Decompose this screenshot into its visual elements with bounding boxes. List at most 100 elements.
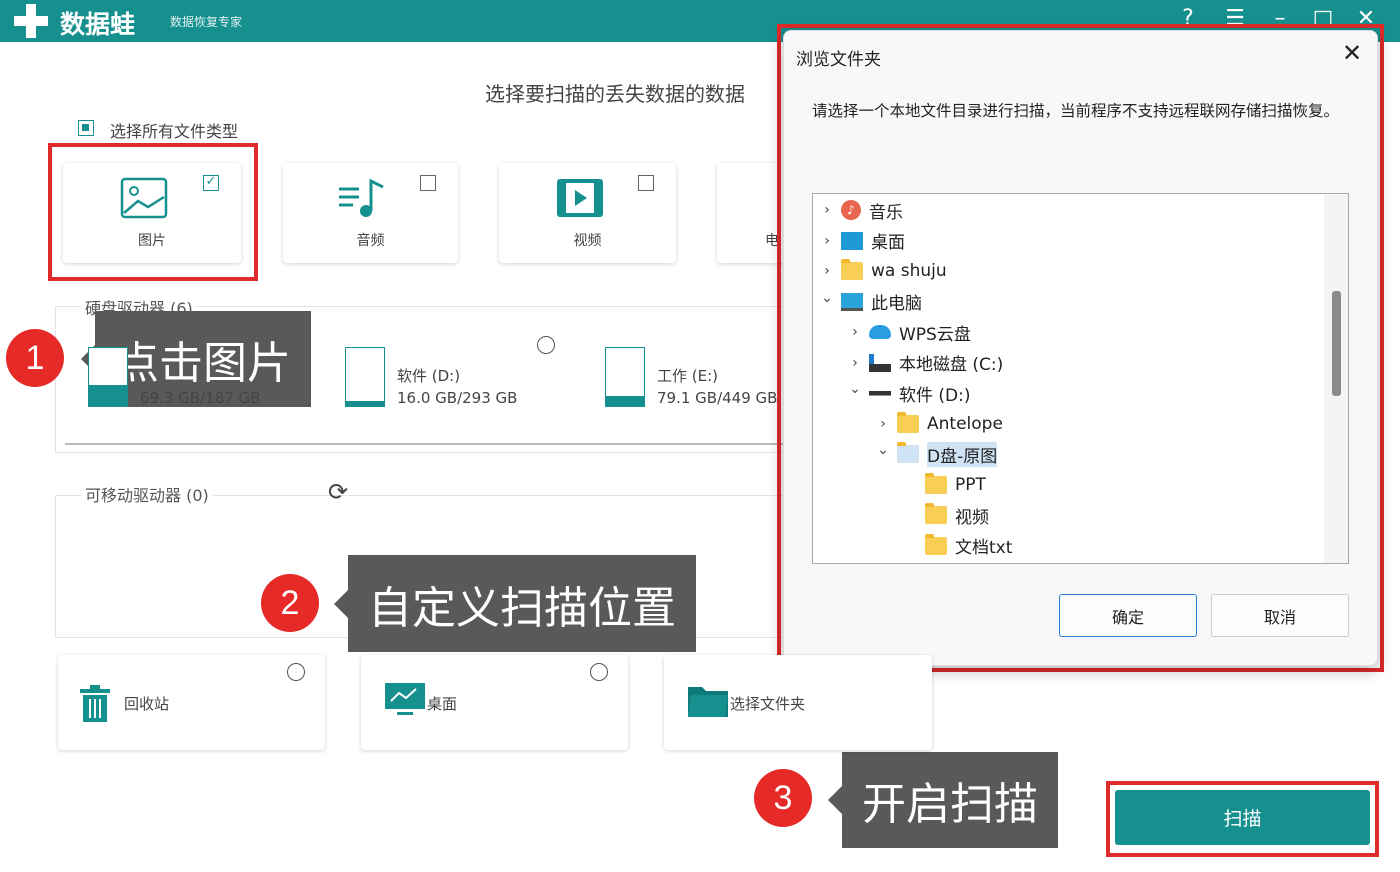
dialog-description: 请选择一个本地文件目录进行扫描，当前程序不支持远程联网存储扫描恢复。 — [812, 102, 1340, 120]
drive-icon — [605, 347, 645, 407]
location-radio[interactable] — [590, 663, 608, 681]
tree-item-label: WPS云盘 — [899, 324, 971, 345]
location-label: 回收站 — [124, 695, 170, 713]
folder-icon — [925, 503, 947, 524]
folder-icon — [925, 472, 947, 494]
drive-usage-fill — [89, 384, 127, 406]
drive-name: 软件 (D:) — [397, 367, 461, 385]
checkbox[interactable] — [420, 175, 436, 191]
chevron-right-icon[interactable]: › — [841, 324, 869, 340]
desktop-icon — [385, 683, 425, 721]
tree-item[interactable]: ⌄ 软件 (D:) — [841, 379, 971, 407]
tree-item-label: 桌面 — [871, 233, 905, 253]
chevron-down-icon[interactable]: ⌄ — [813, 290, 841, 306]
removable-drive-label: 可移动驱动器 (0) — [81, 482, 213, 506]
disk-icon — [869, 353, 891, 372]
tree-item-label: 视频 — [955, 507, 989, 528]
location-label: 桌面 — [427, 695, 458, 713]
select-all-checkbox[interactable] — [78, 120, 94, 136]
video-icon — [557, 179, 603, 217]
chevron-right-icon[interactable]: › — [813, 263, 841, 279]
dialog-title: 浏览文件夹 — [796, 50, 881, 70]
scrollbar-thumb[interactable] — [1332, 291, 1341, 396]
drive-usage-fill — [346, 401, 384, 406]
location-card[interactable]: 桌面 — [361, 655, 628, 750]
folder-icon — [897, 411, 919, 433]
drive-size: 69.3 GB/187 GB — [140, 389, 261, 407]
close-icon[interactable]: ✕ — [1337, 39, 1367, 67]
tree-item-label: D盘-原图 — [927, 441, 998, 467]
tree-item-label: 软件 (D:) — [899, 385, 971, 406]
callout-label: 自定义扫描位置 — [334, 555, 696, 652]
tree-item-label: 此电脑 — [871, 294, 922, 314]
cloud-icon — [869, 325, 891, 339]
callout-number: 1 — [6, 329, 64, 387]
cancel-button[interactable]: 取消 — [1211, 594, 1349, 637]
drive-size: 16.0 GB/293 GB — [397, 389, 518, 407]
location-card[interactable]: 回收站 — [58, 655, 325, 750]
callout-label: 开启扫描 — [828, 752, 1058, 848]
drive-card[interactable]: 工作 (E:) 79.1 GB/449 GB — [605, 347, 805, 409]
tree-item-label: PPT — [955, 474, 986, 495]
chevron-right-icon[interactable]: › — [869, 416, 897, 432]
drive-icon — [88, 347, 128, 407]
file-type-card-audio[interactable]: 音频 — [283, 163, 458, 263]
tree-item[interactable]: › 本地磁盘 (C:) — [841, 349, 1003, 377]
folder-icon — [841, 259, 863, 280]
tree-item[interactable]: 文档txt — [897, 532, 1012, 560]
folder-icon — [688, 683, 728, 721]
checkbox[interactable] — [638, 175, 654, 191]
page-title: 选择要扫描的丢失数据的数据 — [485, 82, 745, 106]
highlight-box-scan — [1106, 781, 1379, 857]
tree-item[interactable]: › Antelope — [869, 410, 1003, 438]
drive-icon — [345, 347, 385, 407]
tree-item[interactable]: ⌄ D盘-原图 — [869, 440, 998, 468]
drive-size: 79.1 GB/449 GB — [657, 389, 778, 407]
callout-number: 3 — [754, 769, 812, 827]
drive-name: 工作 (E:) — [657, 367, 719, 385]
tree-item-label: 音乐 — [869, 202, 903, 223]
chevron-right-icon[interactable]: › — [813, 233, 841, 249]
tree-item-label: 文档txt — [955, 538, 1013, 558]
tree-item[interactable]: › WPS云盘 — [841, 318, 971, 346]
folder-icon — [925, 533, 947, 555]
tree-item-label: 本地磁盘 (C:) — [899, 355, 1004, 375]
folder-icon — [897, 442, 919, 463]
location-radio[interactable] — [287, 663, 305, 681]
callout-number: 2 — [261, 574, 319, 632]
tree-item-label: wa shuju — [871, 261, 947, 281]
location-card[interactable]: 选择文件夹 — [664, 655, 932, 750]
music-icon: ♪ — [841, 200, 861, 220]
scrollbar[interactable] — [1324, 194, 1348, 563]
file-type-label: 音频 — [356, 233, 385, 249]
folder-tree[interactable]: › ♪ 音乐 › 桌面 › wa shuju ⌄ 此电脑 › WPS云盘 › 本地磁盘 (C:) ⌄ 软件 … — [812, 193, 1349, 564]
drive-usage-fill — [606, 395, 644, 406]
audio-icon — [339, 178, 384, 217]
drive-card[interactable]: 软件 (D:) 16.0 GB/293 GB — [345, 347, 545, 409]
logo-icon — [14, 4, 48, 38]
app-name: 数据蛙 — [60, 10, 136, 39]
chevron-down-icon[interactable]: ⌄ — [869, 442, 897, 458]
tree-item[interactable]: › wa shuju — [813, 257, 947, 285]
file-type-card-video[interactable]: 视频 — [499, 163, 676, 263]
chevron-down-icon[interactable]: ⌄ — [841, 381, 869, 397]
tree-item[interactable]: ⌄ 此电脑 — [813, 288, 922, 316]
drive-icon — [869, 384, 891, 402]
highlight-box-image — [48, 143, 258, 281]
app-tagline: 数据恢复专家 — [170, 15, 243, 29]
tree-item[interactable]: › ♪ 音乐 — [813, 196, 903, 224]
tree-item[interactable]: › 桌面 — [813, 227, 905, 255]
desktop-icon — [841, 231, 863, 250]
location-label: 选择文件夹 — [730, 695, 806, 713]
select-all-label: 选择所有文件类型 — [110, 122, 239, 141]
file-type-label: 视频 — [573, 233, 602, 249]
drive-card[interactable]: 69.3 GB/187 GB — [88, 347, 288, 409]
ok-button[interactable]: 确定 — [1059, 594, 1197, 637]
chevron-right-icon[interactable]: › — [813, 202, 841, 218]
refresh-icon[interactable]: ⟳ — [328, 478, 348, 506]
tree-item[interactable]: PPT — [897, 471, 986, 499]
tree-item-label: Antelope — [927, 413, 1003, 434]
chevron-right-icon[interactable]: › — [841, 355, 869, 371]
browse-folder-dialog: 浏览文件夹 ✕ 请选择一个本地文件目录进行扫描，当前程序不支持远程联网存储扫描恢… — [783, 30, 1378, 666]
tree-item[interactable]: 视频 — [897, 501, 989, 529]
